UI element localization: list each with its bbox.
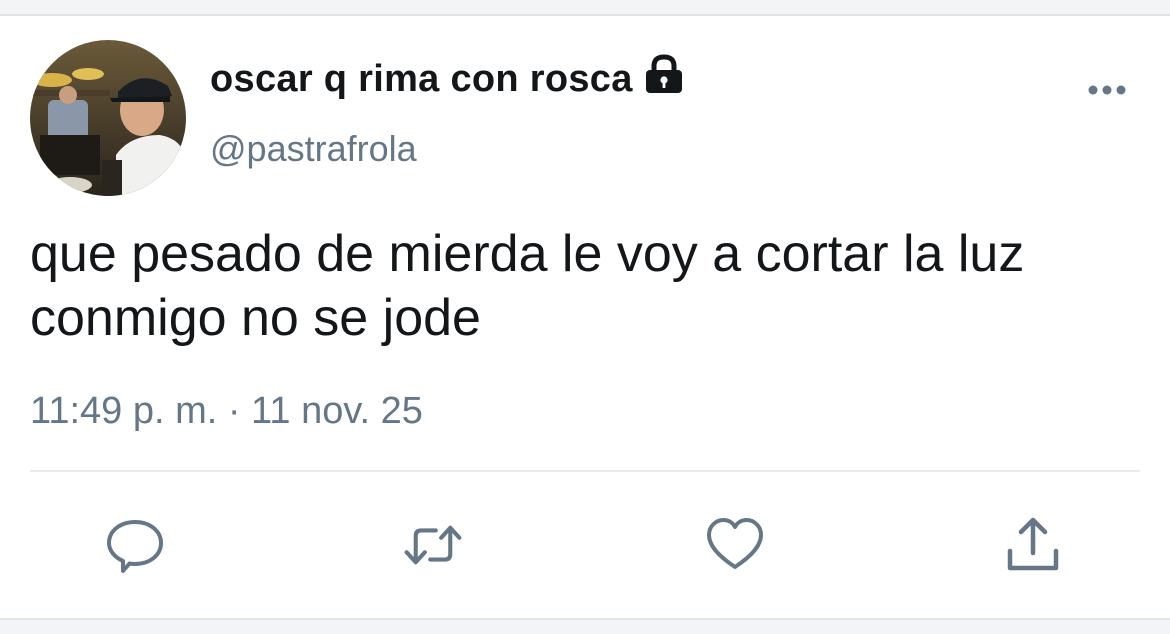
reply-button[interactable] (105, 515, 165, 575)
divider (30, 470, 1140, 472)
heart-icon (707, 518, 763, 569)
more-options-icon[interactable] (1086, 80, 1128, 100)
share-icon (1007, 517, 1059, 571)
display-name[interactable]: oscar q rima con rosca (210, 58, 633, 101)
retweet-button[interactable] (403, 515, 463, 575)
handle[interactable]: @pastrafrola (210, 128, 417, 170)
tweet-text: que pesado de mierda le voy a cortar la … (30, 225, 1025, 347)
top-separator (0, 0, 1170, 16)
avatar[interactable] (30, 40, 186, 196)
tweet-card: oscar q rima con rosca @pastrafrola que … (0, 0, 1170, 634)
retweet-icon (404, 525, 462, 565)
avatar-photo (30, 40, 186, 196)
timestamp[interactable]: 11:49 p. m. · 11 nov. 25 (30, 390, 423, 433)
share-button[interactable] (1003, 515, 1063, 575)
reply-icon (107, 520, 163, 573)
like-button[interactable] (705, 515, 765, 575)
lock-icon (643, 54, 685, 99)
display-name-row: oscar q rima con rosca (210, 54, 685, 101)
bottom-separator (0, 618, 1170, 634)
